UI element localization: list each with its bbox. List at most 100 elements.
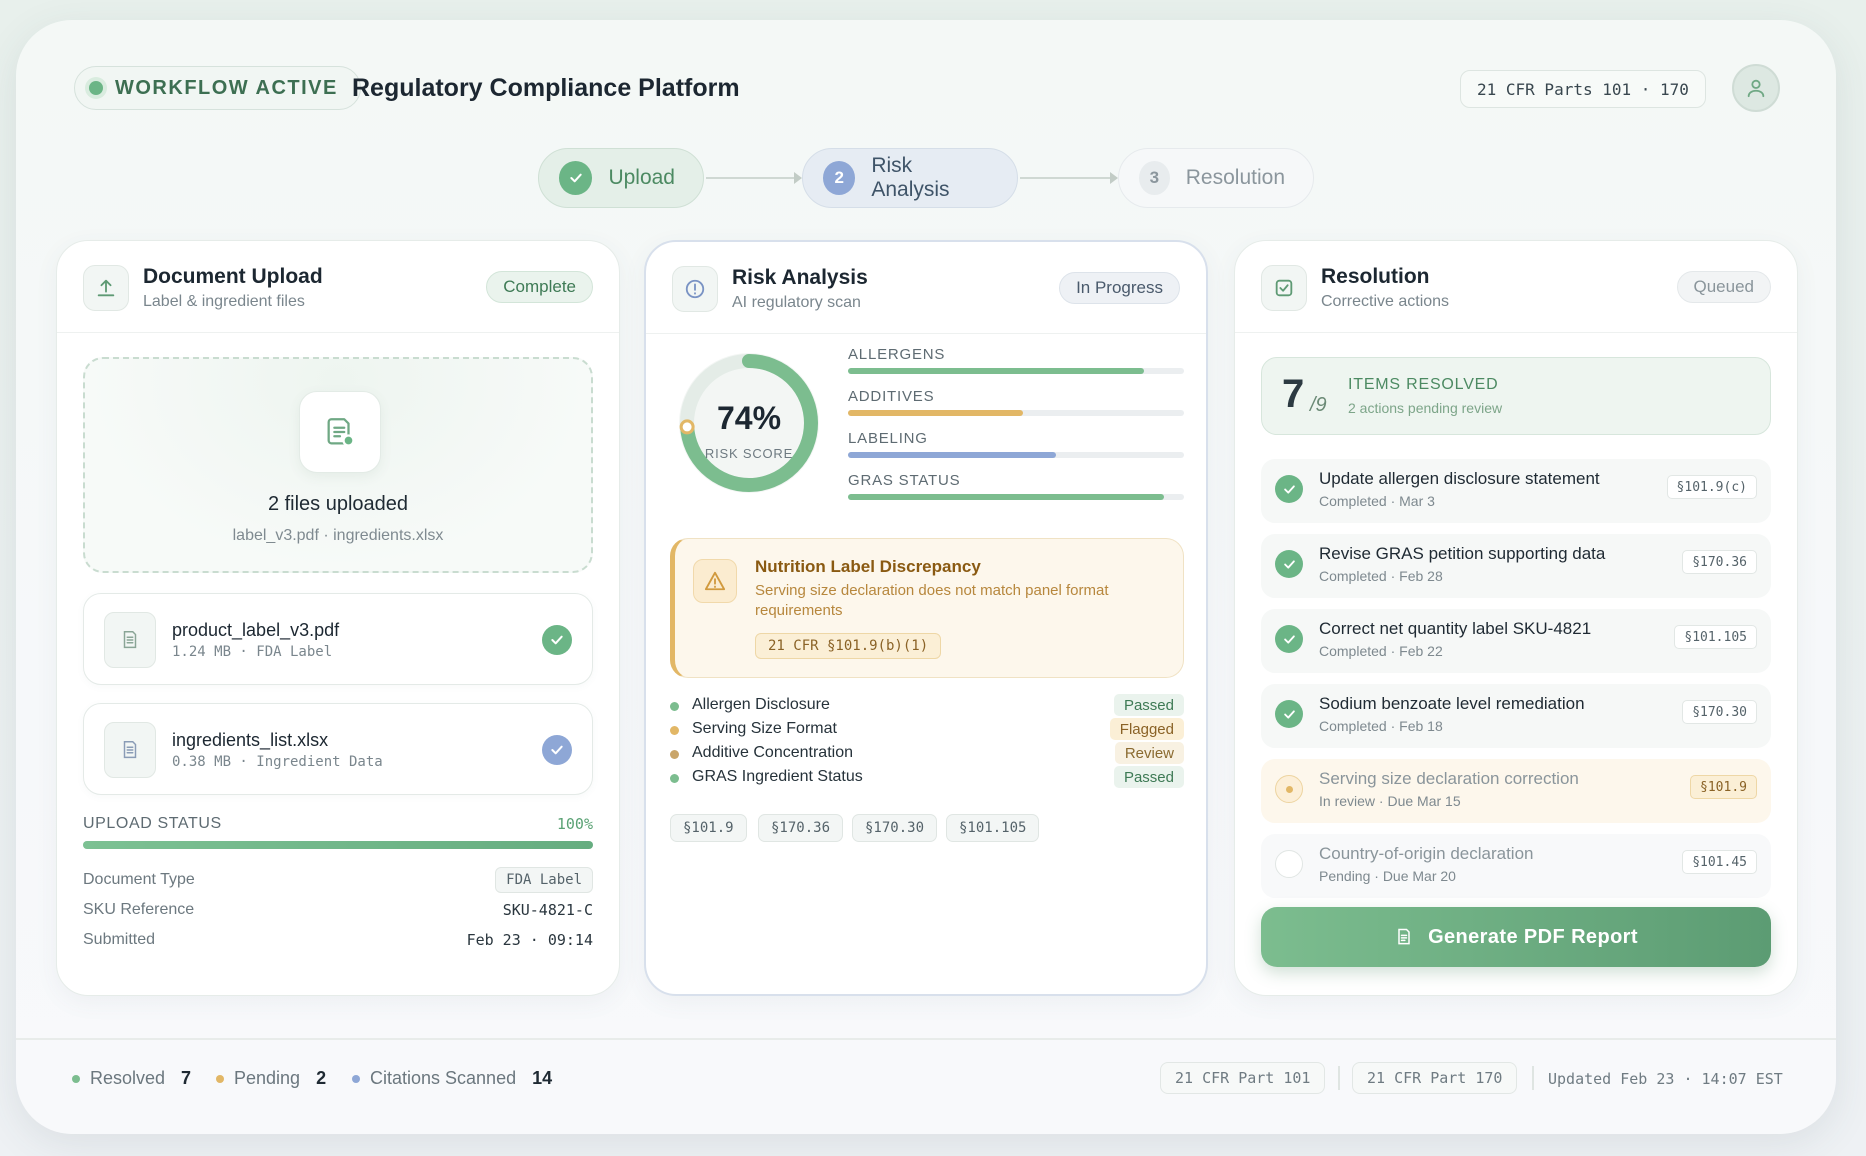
action-item[interactable]: Update allergen disclosure statement Comp…	[1261, 459, 1771, 523]
upload-progress-bar	[83, 841, 593, 849]
alert-title: Nutrition Label Discrepancy	[755, 557, 981, 576]
footer-value: 14	[532, 1068, 553, 1088]
sku-reference: SKU-4821-C	[502, 901, 593, 919]
file-name: ingredients_list.xlsx	[172, 730, 329, 750]
compliance-check-row: Allergen Disclosure Passed	[670, 694, 1184, 718]
check-label: Allergen Disclosure	[692, 696, 830, 713]
check-icon	[1275, 625, 1303, 653]
status-badge: Queued	[1676, 271, 1771, 303]
alert-circle-icon	[672, 266, 718, 312]
metric-track	[848, 410, 1184, 416]
step-label: Upload	[608, 166, 675, 189]
check-status-badge: Review	[1114, 742, 1184, 764]
metric-track	[848, 494, 1184, 500]
compliance-check-row: GRAS Ingredient Status Passed	[670, 766, 1184, 790]
footer-separator	[1532, 1066, 1534, 1090]
step-risk-analysis[interactable]: 2 Risk Analysis	[802, 148, 1018, 208]
citation-chip[interactable]: §101.105	[946, 814, 1040, 842]
cfr-range-pill: 21 CFR Parts 101 · 170	[1460, 70, 1706, 108]
metric-label: ADDITIVES	[848, 388, 935, 405]
step-number: 3	[1139, 161, 1170, 195]
action-citation-chip[interactable]: §101.9(c)	[1666, 475, 1757, 499]
footer-divider	[16, 1038, 1836, 1040]
document-check-icon	[299, 391, 381, 473]
citation-chip[interactable]: §170.30	[852, 814, 938, 842]
citation-chip[interactable]: §101.9	[670, 814, 747, 842]
card-title: Risk Analysis	[732, 266, 868, 289]
action-citation-chip[interactable]: §170.36	[1682, 550, 1757, 574]
action-subtitle: Completed · Mar 3	[1319, 493, 1435, 509]
card-header: Document Upload Label & ingredient files…	[57, 241, 619, 333]
action-title: Country-of-origin declaration	[1319, 844, 1534, 863]
check-status-badge: Passed	[1113, 694, 1184, 716]
risk-analysis-card: Risk Analysis AI regulatory scan In Prog…	[644, 240, 1208, 996]
check-icon	[542, 735, 572, 765]
action-item[interactable]: Revise GRAS petition supporting data Comp…	[1261, 534, 1771, 598]
action-item[interactable]: Correct net quantity label SKU-4821 Compl…	[1261, 609, 1771, 673]
warning-icon	[693, 559, 737, 603]
upload-status-label: UPLOAD STATUS	[83, 815, 222, 832]
footer-value: 7	[181, 1068, 192, 1088]
action-citation-chip[interactable]: §101.9	[1690, 775, 1757, 799]
generate-pdf-report-button[interactable]: Generate PDF Report	[1261, 907, 1771, 967]
status-dot-icon	[89, 81, 103, 95]
compliance-check-row: Additive Concentration Review	[670, 742, 1184, 766]
footer-value: 2	[316, 1068, 327, 1088]
upload-progress-fill	[83, 841, 593, 849]
step-label: Risk Analysis	[871, 154, 950, 201]
check-label: GRAS Ingredient Status	[692, 768, 863, 785]
metric-fill	[848, 410, 1023, 416]
submitted-date: Feb 23 · 09:14	[466, 931, 593, 949]
action-citation-chip[interactable]: §101.105	[1674, 625, 1757, 649]
in-review-icon	[1275, 775, 1303, 803]
step-upload[interactable]: Upload	[538, 148, 704, 208]
action-citation-chip[interactable]: §101.45	[1682, 850, 1757, 874]
compliance-check-row: Serving Size Format Flagged	[670, 718, 1184, 742]
action-item[interactable]: Serving size declaration correction In re…	[1261, 759, 1771, 823]
citation-chip[interactable]: §170.36	[758, 814, 844, 842]
file-item[interactable]: ingredients_list.xlsx 0.38 MB · Ingredie…	[83, 703, 593, 795]
status-dot-icon	[670, 726, 679, 735]
meta-label: SKU Reference	[83, 901, 195, 918]
cfr-part-101-chip[interactable]: 21 CFR Part 101	[1160, 1062, 1326, 1094]
check-icon	[1275, 550, 1303, 578]
action-item[interactable]: Sodium benzoate level remediation Complet…	[1261, 684, 1771, 748]
risk-score-value: 74%	[716, 400, 782, 436]
status-badge: In Progress	[1059, 272, 1180, 304]
status-dot-icon	[216, 1074, 224, 1083]
avatar[interactable]	[1732, 64, 1780, 112]
meta-label: Submitted	[83, 931, 156, 948]
metric-label: LABELING	[848, 430, 928, 447]
step-resolution[interactable]: 3 Resolution	[1118, 148, 1314, 208]
check-icon	[1275, 475, 1303, 503]
meta-label: Document Type	[83, 871, 195, 888]
step-connector	[706, 172, 802, 184]
card-subtitle: Label & ingredient files	[143, 293, 305, 310]
card-subtitle: Corrective actions	[1321, 293, 1450, 310]
action-subtitle: Completed · Feb 22	[1319, 643, 1443, 659]
cfr-part-170-chip[interactable]: 21 CFR Part 170	[1352, 1062, 1518, 1094]
action-title: Revise GRAS petition supporting data	[1319, 544, 1606, 563]
check-status-badge: Flagged	[1109, 718, 1184, 740]
action-item[interactable]: Country-of-origin declaration Pending · D…	[1261, 834, 1771, 898]
document-upload-card: Document Upload Label & ingredient files…	[56, 240, 620, 996]
file-item[interactable]: product_label_v3.pdf 1.24 MB · FDA Label	[83, 593, 593, 685]
action-citation-chip[interactable]: §170.30	[1682, 700, 1757, 724]
items-resolved-summary: 7 /9 ITEMS RESOLVED 2 actions pending re…	[1261, 357, 1771, 435]
discrepancy-alert[interactable]: Nutrition Label Discrepancy Serving size…	[670, 538, 1184, 678]
workflow-status-pill: WORKFLOW ACTIVE	[74, 66, 361, 110]
footer-resolved: Resolved 7	[72, 1068, 191, 1089]
resolved-label: ITEMS RESOLVED	[1348, 376, 1499, 393]
card-header: Risk Analysis AI regulatory scan In Prog…	[646, 242, 1206, 334]
action-subtitle: Completed · Feb 18	[1319, 718, 1443, 734]
metric-fill	[848, 368, 1144, 374]
check-status-badge: Passed	[1113, 766, 1184, 788]
file-dropzone[interactable]: 2 files uploaded label_v3.pdf · ingredie…	[83, 357, 593, 573]
action-title: Sodium benzoate level remediation	[1319, 694, 1585, 713]
alert-description: Serving size declaration does not match …	[755, 582, 1109, 619]
footer-label: Pending	[234, 1068, 301, 1088]
alert-citation-chip[interactable]: 21 CFR §101.9(b)(1)	[755, 633, 942, 659]
action-title: Serving size declaration correction	[1319, 769, 1579, 788]
resolved-total: /9	[1310, 394, 1327, 416]
step-connector	[1020, 172, 1118, 184]
